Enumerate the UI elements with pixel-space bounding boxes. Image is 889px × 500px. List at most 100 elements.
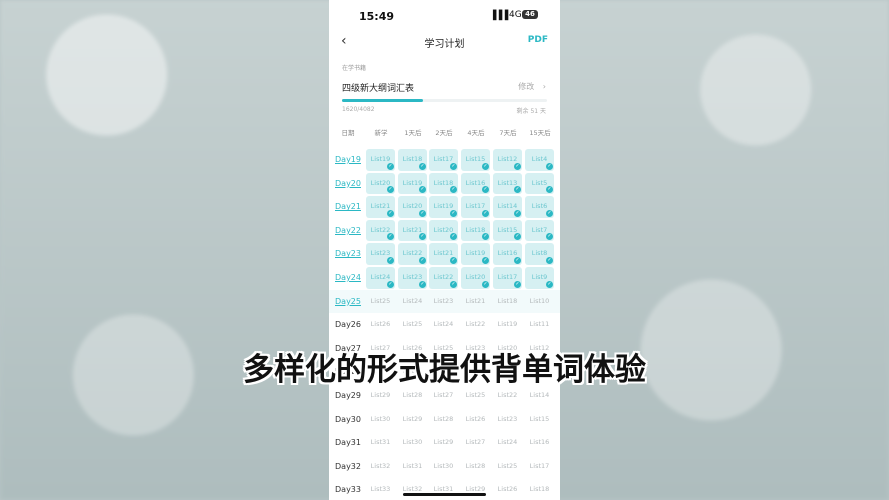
list-cell[interactable]: List17 ✓: [429, 149, 458, 171]
list-cell[interactable]: List19 ✓: [429, 196, 458, 218]
day-label[interactable]: Day31: [329, 431, 367, 455]
list-cell[interactable]: List33: [366, 479, 395, 500]
table-row[interactable]: Day21 List21 ✓ List20 ✓ List19 ✓ List17 ✓ List14 ✓…: [329, 195, 560, 219]
list-cell[interactable]: List23: [493, 409, 522, 431]
list-cell[interactable]: List20 ✓: [429, 219, 458, 242]
list-cell[interactable]: List24 ✓: [366, 267, 395, 289]
list-cell[interactable]: List10: [525, 291, 554, 313]
list-cell[interactable]: List19 ✓: [398, 172, 427, 195]
list-cell[interactable]: List14 ✓: [493, 196, 522, 218]
list-cell[interactable]: List20 ✓: [366, 172, 395, 195]
list-cell[interactable]: List22 ✓: [366, 219, 395, 242]
list-cell[interactable]: List6 ✓: [525, 196, 554, 218]
list-cell[interactable]: List27: [461, 432, 490, 454]
list-cell[interactable]: List19 ✓: [461, 243, 490, 265]
table-row[interactable]: Day33 List33 List32 List31 List29 List26 List1…: [329, 478, 560, 500]
list-cell[interactable]: List31: [398, 456, 427, 478]
list-cell[interactable]: List20 ✓: [398, 196, 427, 218]
list-cell[interactable]: List31: [429, 479, 458, 500]
list-cell[interactable]: List23 ✓: [366, 243, 395, 265]
list-cell[interactable]: List8 ✓: [525, 243, 554, 265]
list-cell[interactable]: List32: [366, 456, 395, 478]
table-row[interactable]: Day30 List30 List29 List28 List26 List23 List1…: [329, 408, 560, 432]
list-cell[interactable]: List24: [493, 432, 522, 454]
list-cell[interactable]: List29: [461, 479, 490, 500]
list-cell[interactable]: List25: [366, 291, 395, 313]
list-cell[interactable]: List32: [398, 479, 427, 500]
list-cell[interactable]: List24: [398, 291, 427, 313]
list-cell[interactable]: List11: [525, 314, 554, 336]
pdf-button[interactable]: PDF: [528, 35, 548, 45]
list-cell[interactable]: List16: [525, 432, 554, 454]
list-cell[interactable]: List26: [366, 314, 395, 336]
day-label[interactable]: Day21: [329, 195, 367, 219]
table-row[interactable]: Day25 List25 List24 List23 List21 List18 List1…: [329, 289, 560, 314]
list-cell[interactable]: List29: [398, 409, 427, 431]
list-cell[interactable]: List30: [429, 456, 458, 478]
list-cell[interactable]: List15: [525, 409, 554, 431]
list-cell[interactable]: List29: [429, 432, 458, 454]
list-cell[interactable]: List22: [461, 314, 490, 336]
list-cell[interactable]: List23 ✓: [398, 267, 427, 289]
list-cell[interactable]: List22 ✓: [429, 267, 458, 289]
battery-icon: 46: [522, 10, 538, 19]
list-cell[interactable]: List18: [525, 479, 554, 500]
list-cell[interactable]: List4 ✓: [525, 149, 554, 171]
day-label[interactable]: Day20: [329, 172, 367, 196]
list-cell[interactable]: List15 ✓: [493, 219, 522, 242]
list-cell[interactable]: List16 ✓: [493, 243, 522, 265]
list-cell[interactable]: List25: [493, 456, 522, 478]
table-row[interactable]: Day23 List23 ✓ List22 ✓ List21 ✓ List19 ✓ List16 ✓…: [329, 242, 560, 266]
list-cell[interactable]: List18: [493, 291, 522, 313]
list-cell[interactable]: List21 ✓: [429, 243, 458, 265]
list-cell[interactable]: List18 ✓: [398, 149, 427, 171]
list-cell[interactable]: List22 ✓: [398, 243, 427, 265]
table-row[interactable]: Day31 List31 List30 List29 List27 List24 List1…: [329, 431, 560, 455]
list-cell[interactable]: List13 ✓: [493, 172, 522, 195]
list-cell[interactable]: List19 ✓: [366, 149, 395, 171]
list-cell[interactable]: List16 ✓: [461, 172, 490, 195]
list-cell[interactable]: List24: [429, 314, 458, 336]
list-cell[interactable]: List15 ✓: [461, 149, 490, 171]
list-cell[interactable]: List17: [525, 456, 554, 478]
list-cell[interactable]: List26: [461, 409, 490, 431]
day-label[interactable]: Day19: [329, 148, 367, 172]
list-cell[interactable]: List18 ✓: [429, 172, 458, 195]
edit-book-button[interactable]: 修改 ›: [518, 81, 546, 92]
table-row[interactable]: Day22 List22 ✓ List21 ✓ List20 ✓ List18 ✓ List15 ✓…: [329, 219, 560, 243]
list-cell[interactable]: List20 ✓: [461, 267, 490, 289]
list-cell[interactable]: List23: [429, 291, 458, 313]
list-cell[interactable]: List28: [461, 456, 490, 478]
list-cell[interactable]: List30: [398, 432, 427, 454]
list-cell[interactable]: List21 ✓: [398, 219, 427, 242]
day-label[interactable]: Day25: [329, 290, 367, 314]
list-cell[interactable]: List31: [366, 432, 395, 454]
list-cell[interactable]: List17 ✓: [493, 267, 522, 289]
list-cell[interactable]: List5 ✓: [525, 172, 554, 195]
table-row[interactable]: Day26 List26 List25 List24 List22 List19 List1…: [329, 313, 560, 337]
day-label[interactable]: Day30: [329, 408, 367, 432]
list-cell[interactable]: List21 ✓: [366, 196, 395, 218]
list-cell[interactable]: List21: [461, 291, 490, 313]
list-cell[interactable]: List26: [493, 479, 522, 500]
list-cell[interactable]: List19: [493, 314, 522, 336]
check-icon: ✓: [419, 256, 426, 264]
day-label[interactable]: Day23: [329, 242, 367, 266]
day-label[interactable]: Day22: [329, 219, 367, 243]
list-cell[interactable]: List7 ✓: [525, 219, 554, 242]
table-row[interactable]: Day20 List20 ✓ List19 ✓ List18 ✓ List16 ✓ List13 ✓…: [329, 172, 560, 196]
table-row[interactable]: Day24 List24 ✓ List23 ✓ List22 ✓ List20 ✓ List17 ✓…: [329, 266, 560, 290]
list-cell[interactable]: List17 ✓: [461, 196, 490, 218]
list-cell[interactable]: List18 ✓: [461, 219, 490, 242]
table-row[interactable]: Day19 List19 ✓ List18 ✓ List17 ✓ List15 ✓ List12 ✓…: [329, 148, 560, 172]
list-cell[interactable]: List30: [366, 409, 395, 431]
day-label[interactable]: Day33: [329, 478, 367, 500]
table-row[interactable]: Day32 List32 List31 List30 List28 List25 List1…: [329, 455, 560, 479]
list-cell[interactable]: List28: [429, 409, 458, 431]
list-cell[interactable]: List25: [398, 314, 427, 336]
day-label[interactable]: Day24: [329, 266, 367, 290]
list-cell[interactable]: List9 ✓: [525, 267, 554, 289]
day-label[interactable]: Day32: [329, 455, 367, 479]
list-cell[interactable]: List12 ✓: [493, 149, 522, 171]
day-label[interactable]: Day26: [329, 313, 367, 337]
